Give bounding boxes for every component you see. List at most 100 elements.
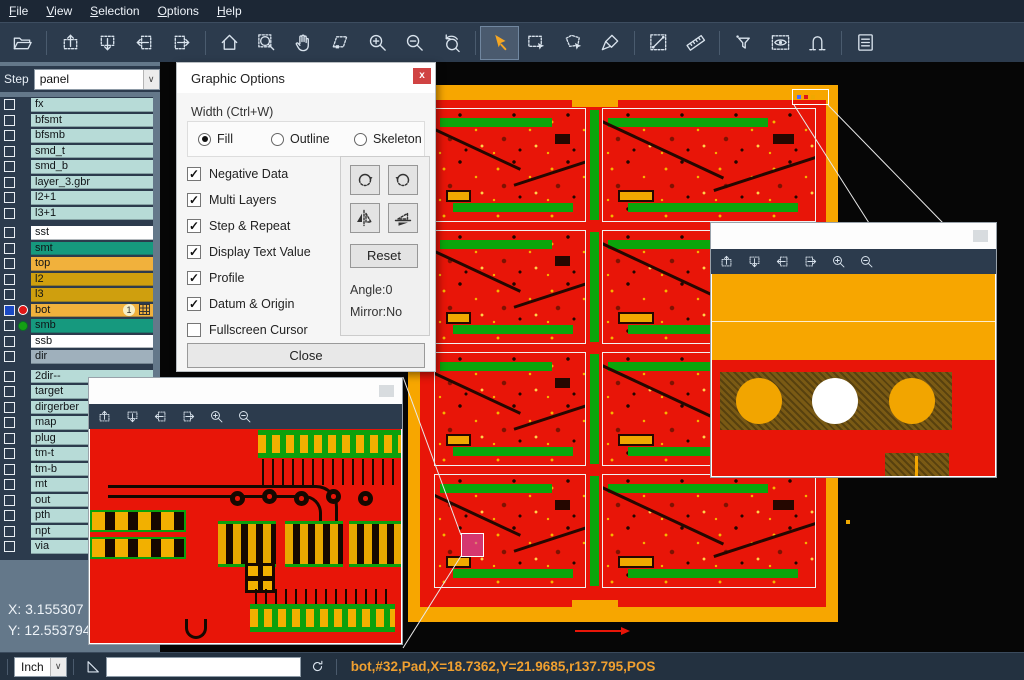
checkbox-icon[interactable]: ✓: [187, 219, 201, 233]
rotate-cw-button[interactable]: [350, 165, 380, 195]
radio-icon[interactable]: [271, 133, 284, 146]
menu-file[interactable]: File: [0, 4, 37, 18]
chevron-down-icon[interactable]: ∨: [50, 658, 66, 676]
layer-checkbox[interactable]: [4, 510, 15, 521]
zoom-out-button[interactable]: [859, 254, 874, 269]
close-button[interactable]: Close: [187, 343, 425, 368]
pan-up-button[interactable]: [719, 254, 734, 269]
layer-label[interactable]: smt: [31, 242, 153, 256]
layer-checkbox[interactable]: [4, 448, 15, 459]
zoom-region-button[interactable]: [248, 27, 285, 59]
layer-label[interactable]: smd_t: [31, 145, 153, 159]
refresh-icon[interactable]: [309, 658, 326, 675]
pan-down-button[interactable]: [747, 254, 762, 269]
select-arrow-button[interactable]: [481, 27, 518, 59]
layer-checkbox[interactable]: [4, 161, 15, 172]
width-option-skeleton[interactable]: Skeleton: [354, 132, 422, 146]
layer-checkbox[interactable]: [4, 243, 15, 254]
layer-checkbox[interactable]: [4, 402, 15, 413]
pan-right-button[interactable]: [803, 254, 818, 269]
layer-checkbox[interactable]: [4, 130, 15, 141]
menu-selection[interactable]: Selection: [81, 4, 148, 18]
layer-label[interactable]: bfsmb: [31, 129, 153, 143]
layer-checkbox[interactable]: [4, 351, 15, 362]
layer-label[interactable]: smd_b: [31, 160, 153, 174]
width-option-outline[interactable]: Outline: [271, 132, 330, 146]
layer-row-dir[interactable]: dir: [0, 349, 153, 365]
checkbox-icon[interactable]: [187, 323, 201, 337]
checkbox-icon[interactable]: ✓: [187, 193, 201, 207]
rotate-ccw-button[interactable]: [388, 165, 418, 195]
view-options-button[interactable]: [762, 27, 799, 59]
option-profile[interactable]: ✓Profile: [187, 271, 244, 285]
layer-label[interactable]: l2: [31, 273, 153, 287]
detail-window-title-bar[interactable]: [89, 378, 402, 404]
highlight-net-button[interactable]: [799, 27, 836, 59]
layer-checkbox[interactable]: [4, 177, 15, 188]
layer-row-l3[interactable]: l3: [0, 287, 153, 303]
rect-select-button[interactable]: [518, 27, 555, 59]
layer-label[interactable]: l3: [31, 288, 153, 302]
layer-checkbox[interactable]: [4, 433, 15, 444]
pan-down-button[interactable]: [125, 409, 140, 424]
detail-window-title-bar[interactable]: [711, 223, 996, 249]
layer-row-fx[interactable]: fx: [0, 97, 153, 113]
layer-checkbox[interactable]: [4, 305, 15, 316]
layer-row-l2+1[interactable]: l2+1: [0, 190, 153, 206]
grid-icon[interactable]: [139, 304, 150, 315]
zoom-out-button[interactable]: [237, 409, 252, 424]
layer-checkbox[interactable]: [4, 99, 15, 110]
layer-checkbox[interactable]: [4, 289, 15, 300]
layer-label[interactable]: l3+1: [31, 207, 153, 221]
zoom-polygon-button[interactable]: [322, 27, 359, 59]
zoom-in-button[interactable]: [831, 254, 846, 269]
layer-checkbox[interactable]: [4, 371, 15, 382]
report-list-button[interactable]: [847, 27, 884, 59]
layer-checkbox[interactable]: [4, 479, 15, 490]
layer-row-smb[interactable]: smb: [0, 318, 153, 334]
layer-label[interactable]: sst: [31, 226, 153, 240]
option-datum-origin[interactable]: ✓Datum & Origin: [187, 297, 294, 311]
chevron-down-icon[interactable]: ∨: [143, 70, 159, 89]
pan-up-button[interactable]: [52, 27, 89, 59]
zoom-out-button[interactable]: [396, 27, 433, 59]
window-button[interactable]: [973, 230, 988, 242]
window-button[interactable]: [379, 385, 394, 397]
polygon-select-button[interactable]: [555, 27, 592, 59]
snap-corner-icon[interactable]: [84, 658, 102, 676]
pan-right-button[interactable]: [163, 27, 200, 59]
layer-checkbox[interactable]: [4, 386, 15, 397]
layer-checkbox[interactable]: [4, 320, 15, 331]
pan-left-button[interactable]: [153, 409, 168, 424]
layer-label[interactable]: bot1: [31, 304, 153, 318]
layer-checkbox[interactable]: [4, 541, 15, 552]
dialog-title-bar[interactable]: Graphic Options x: [177, 63, 435, 93]
pan-right-button[interactable]: [181, 409, 196, 424]
mirror-vertical-button[interactable]: [388, 203, 418, 233]
layer-row-smt[interactable]: smt: [0, 241, 153, 257]
layer-label[interactable]: ssb: [31, 335, 153, 349]
layer-label[interactable]: l2+1: [31, 191, 153, 205]
checkbox-icon[interactable]: ✓: [187, 297, 201, 311]
pan-up-button[interactable]: [97, 409, 112, 424]
layer-checkbox[interactable]: [4, 258, 15, 269]
menu-view[interactable]: View: [37, 4, 81, 18]
layer-checkbox[interactable]: [4, 495, 15, 506]
mirror-horizontal-button[interactable]: [350, 203, 380, 233]
measure-ruler-button[interactable]: [677, 27, 714, 59]
checkbox-icon[interactable]: ✓: [187, 167, 201, 181]
layer-row-sst[interactable]: sst: [0, 225, 153, 241]
width-option-fill[interactable]: Fill: [198, 132, 233, 146]
pan-left-button[interactable]: [775, 254, 790, 269]
pan-down-button[interactable]: [89, 27, 126, 59]
pan-left-button[interactable]: [126, 27, 163, 59]
open-file-button[interactable]: [4, 27, 41, 59]
layer-row-bfsmb[interactable]: bfsmb: [0, 128, 153, 144]
layer-label[interactable]: fx: [31, 98, 153, 112]
layer-row-l3+1[interactable]: l3+1: [0, 206, 153, 222]
option-display-text-value[interactable]: ✓Display Text Value: [187, 245, 311, 259]
checkbox-icon[interactable]: ✓: [187, 245, 201, 259]
layer-checkbox[interactable]: [4, 464, 15, 475]
menu-options[interactable]: Options: [149, 4, 208, 18]
step-combobox[interactable]: panel ∨: [34, 69, 160, 90]
